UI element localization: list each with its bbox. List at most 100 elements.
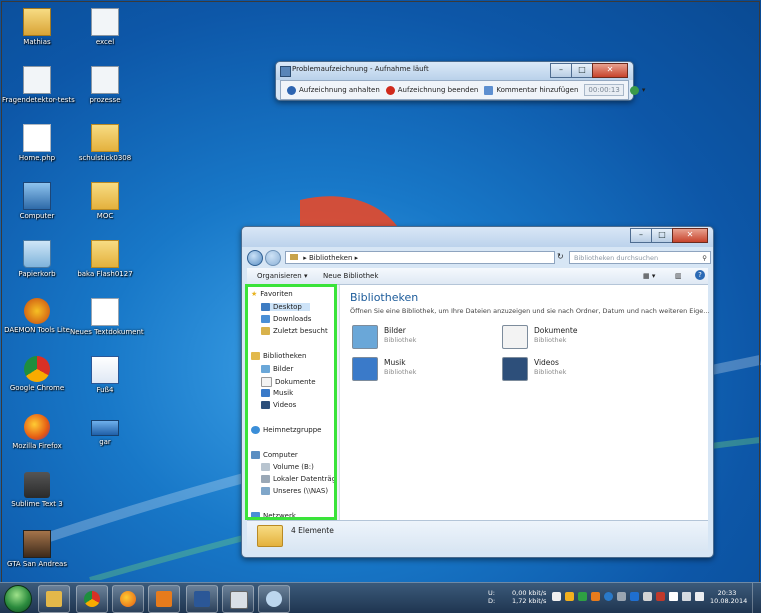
desktop-icon-item[interactable]: Papierkorb (2, 240, 72, 279)
flag-icon[interactable] (669, 592, 678, 601)
library-item[interactable]: Videos Bibliothek (502, 355, 652, 385)
nav-network-drive[interactable]: Unseres (\\NAS) (261, 487, 328, 495)
desktop-icon-item[interactable]: Fuß4 (70, 356, 140, 395)
help-icon[interactable]: ? (695, 270, 705, 280)
psr-titlebar[interactable]: Problemaufzeichnung - Aufnahme läuft – □… (276, 62, 633, 80)
minimize-button[interactable]: – (550, 63, 572, 78)
nav-favorites[interactable]: ★ Favoriten (251, 290, 293, 298)
nav-local-disk[interactable]: Lokaler Datenträg (261, 475, 336, 483)
desktop-icon-item[interactable]: Computer (2, 182, 72, 221)
tray-app-icon[interactable] (552, 592, 561, 601)
search-icon: ⚲ (702, 254, 707, 262)
nav-downloads[interactable]: Downloads (261, 315, 311, 323)
close-button[interactable]: ✕ (672, 228, 708, 243)
library-type: Bibliothek (384, 336, 417, 344)
pause-icon (287, 85, 296, 95)
help-icon (629, 85, 639, 95)
nav-computer[interactable]: Computer (251, 451, 298, 459)
nav-libraries[interactable]: Bibliotheken (251, 352, 306, 360)
nav-desktop[interactable]: Desktop (261, 303, 310, 311)
desktop-icon-item[interactable]: Google Chrome (2, 356, 72, 393)
desktop-icon-item[interactable]: Mathias (2, 8, 72, 47)
desktop-icon-item[interactable]: Neues Textdokument (70, 298, 144, 337)
back-icon[interactable] (247, 250, 263, 266)
desktop-icon-item[interactable]: Home.php (2, 124, 72, 163)
library-item[interactable]: Dokumente Bibliothek (502, 323, 652, 353)
nav-videos[interactable]: Videos (261, 401, 296, 409)
desktop-icon-item[interactable]: baka Flash0127 (70, 240, 140, 279)
nav-documents[interactable]: Dokumente (261, 377, 316, 387)
taskbar-psr[interactable] (222, 585, 254, 613)
psr-app-icon (280, 66, 291, 77)
library-type: Bibliothek (384, 368, 417, 376)
tray-app-icon[interactable] (565, 592, 574, 601)
maximize-button[interactable]: □ (571, 63, 593, 78)
desktop-icon-item[interactable]: schulstick0308 (70, 124, 140, 163)
nav-music[interactable]: Musik (261, 389, 293, 397)
organize-button[interactable]: Organisieren ▾ (257, 272, 307, 280)
desktop-icon-item[interactable]: excel (70, 8, 140, 47)
taskbar-firefox[interactable] (112, 585, 144, 613)
desktop-icon-item[interactable]: GTA San Andreas (2, 530, 72, 569)
new-library-button[interactable]: Neue Bibliothek (323, 272, 378, 280)
desktop-icon-item[interactable]: Fragendetektor-tests (2, 66, 75, 105)
taskbar-explorer[interactable] (38, 585, 70, 613)
close-button[interactable]: ✕ (592, 63, 628, 78)
navigation-pane: ★ Favoriten Desktop Downloads Zuletzt bes… (247, 285, 340, 520)
clock[interactable]: 20:33 10.08.2014 (710, 589, 747, 605)
preview-pane-icon[interactable]: ▥ (675, 272, 682, 280)
tray-app-icon[interactable] (578, 592, 587, 601)
net-down-value: 1,72 kbit/s (512, 597, 547, 605)
library-type: Bibliothek (534, 336, 567, 344)
tray-app-icon[interactable] (604, 592, 613, 601)
chrome-icon (24, 356, 50, 382)
nav-volume-b[interactable]: Volume (B:) (261, 463, 314, 471)
taskbar-chrome[interactable] (76, 585, 108, 613)
view-options-icon[interactable]: ▦ ▾ (643, 272, 655, 280)
desktop-icon-label: Mozilla Firefox (12, 442, 62, 450)
taskbar-app[interactable] (258, 585, 290, 613)
nav-pictures[interactable]: Bilder (261, 365, 293, 373)
explorer-window[interactable]: – □ ✕ ▸ Bibliotheken ▸ ↻ Bibliotheken du… (241, 226, 714, 558)
library-item[interactable]: Bilder Bibliothek (352, 323, 502, 353)
taskbar-outlook[interactable] (148, 585, 180, 613)
desktop-icon-item[interactable]: prozesse (70, 66, 140, 105)
desktop-icon-item[interactable]: Sublime Text 3 (2, 472, 72, 509)
desktop-icon-label: Neues Textdokument (70, 328, 144, 336)
nav-scrollbar[interactable] (334, 285, 339, 520)
desktop-icon-item[interactable]: gar (70, 414, 140, 447)
help-dropdown[interactable]: ▾ (629, 85, 645, 95)
bluetooth-icon[interactable] (630, 592, 639, 601)
maximize-button[interactable]: □ (651, 228, 673, 243)
explorer-titlebar[interactable]: – □ ✕ (242, 227, 713, 247)
library-item[interactable]: Musik Bibliothek (352, 355, 502, 385)
folder-icon (91, 182, 119, 210)
tray-app-icon[interactable] (591, 592, 600, 601)
chrome-icon (84, 591, 100, 607)
desktop-icon-item[interactable]: MOC (70, 182, 140, 221)
show-desktop-button[interactable] (752, 583, 761, 613)
address-bar[interactable]: ▸ Bibliotheken ▸ (285, 251, 555, 264)
pause-recording-button[interactable]: Aufzeichnung anhalten (287, 85, 380, 95)
add-comment-button[interactable]: Kommentar hinzufügen (484, 85, 578, 95)
taskbar-word[interactable] (186, 585, 218, 613)
desktop-icon-item[interactable]: Mozilla Firefox (2, 414, 72, 451)
volume-icon[interactable] (695, 592, 704, 601)
psr-window[interactable]: Problemaufzeichnung - Aufnahme läuft – □… (275, 61, 645, 101)
stop-recording-button[interactable]: Aufzeichnung beenden (385, 85, 478, 95)
refresh-icon[interactable]: ↻ (557, 252, 564, 261)
word-document-icon (91, 356, 119, 384)
forward-icon[interactable] (265, 250, 281, 266)
tray-app-icon[interactable] (656, 592, 665, 601)
search-input[interactable]: Bibliotheken durchsuchen ⚲ (569, 251, 711, 264)
nav-homegroup[interactable]: Heimnetzgruppe (251, 426, 321, 434)
nav-recent[interactable]: Zuletzt besucht (261, 327, 328, 335)
minimize-button[interactable]: – (630, 228, 652, 243)
network-status-icon[interactable] (682, 592, 691, 601)
desktop-icon-item[interactable]: DAEMON Tools Lite (2, 298, 72, 335)
start-button[interactable] (4, 585, 32, 613)
nav-network[interactable]: Netzwerk (251, 512, 296, 520)
tray-app-icon[interactable] (617, 592, 626, 601)
desktop-icon-label: Home.php (18, 154, 56, 162)
tray-app-icon[interactable] (643, 592, 652, 601)
